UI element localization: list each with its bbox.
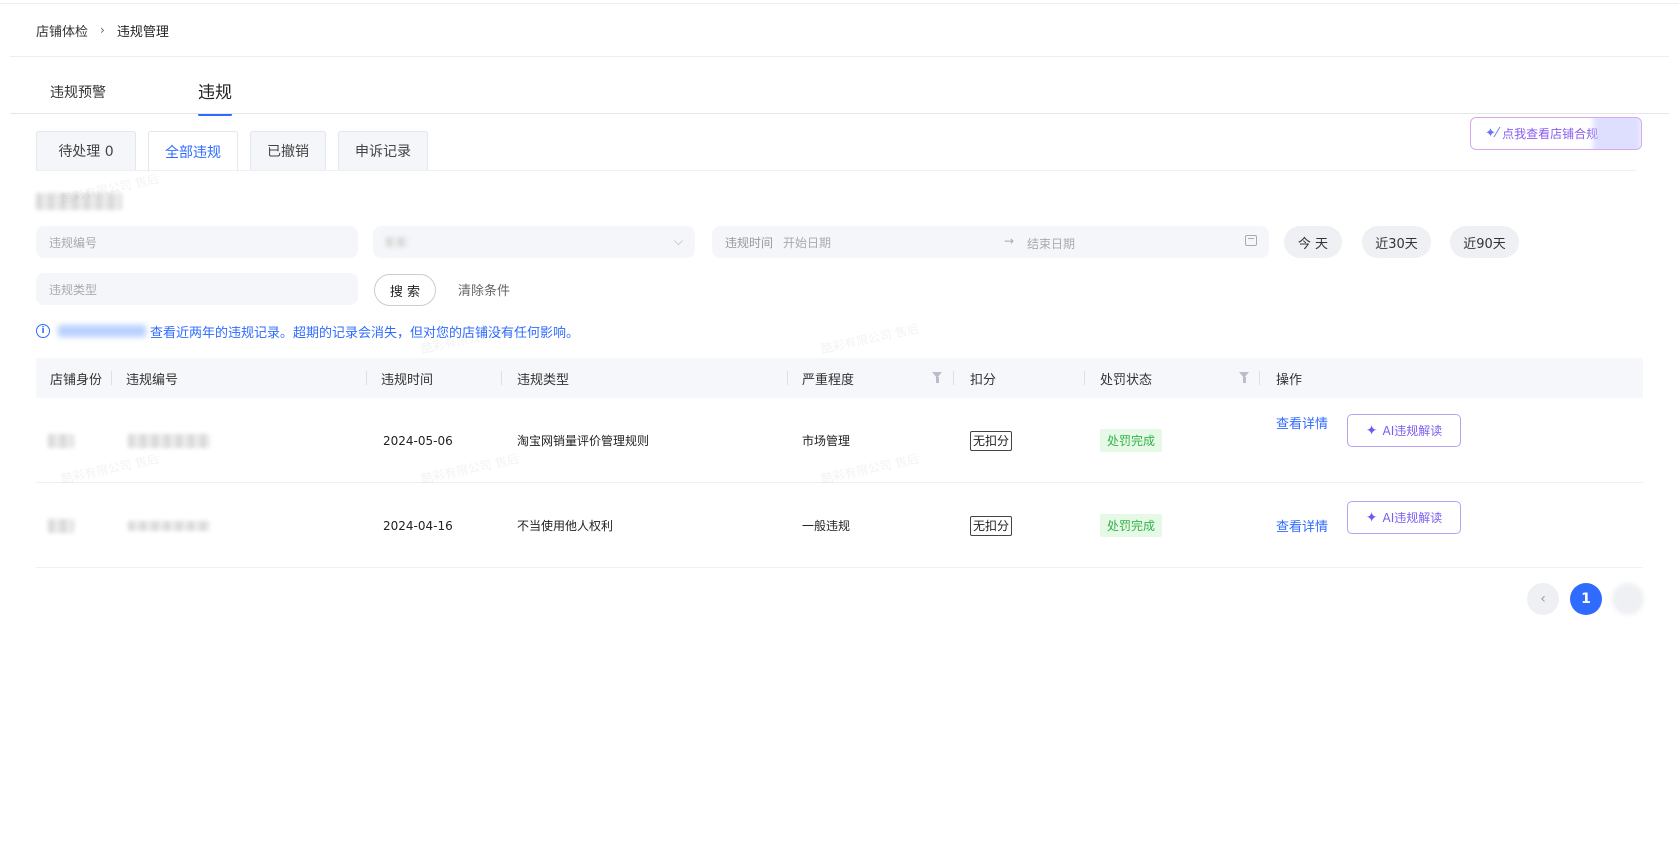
blurred-value <box>48 518 74 533</box>
column-shop-identity: 店铺身份 <box>50 372 103 388</box>
watermark: 酷彩有限公司 售后 <box>819 321 921 357</box>
range-arrow-icon: → <box>1004 234 1015 248</box>
chevron-down-icon: ⌵ <box>673 234 683 248</box>
ai-interpret-button[interactable]: ✦ AI违规解读 <box>1347 501 1461 534</box>
status-badge: 处罚完成 <box>1100 429 1163 452</box>
column-penalty-status: 处罚状态 <box>1100 372 1153 388</box>
start-date-placeholder: 开始日期 <box>783 235 832 250</box>
violation-date-range[interactable]: 违规时间 开始日期 → 结束日期 <box>712 226 1269 258</box>
range-30-days-button[interactable]: 近30天 <box>1362 226 1431 258</box>
tab-violation[interactable]: 违规 <box>198 78 232 116</box>
shop-select[interactable]: ⌵ <box>373 226 695 258</box>
cell-violation-time: 2024-04-16 <box>383 518 453 533</box>
table-row: 2024-04-16 不当使用他人权利 一般违规 无扣分 处罚完成 查看详情 ✦… <box>36 483 1643 568</box>
blurred-value <box>48 433 74 448</box>
tab-appeal-records[interactable]: 申诉记录 <box>338 131 428 171</box>
divider <box>10 56 1669 57</box>
info-icon: i <box>36 324 50 338</box>
cell-violation-type: 淘宝网销量评价管理规则 <box>517 434 650 448</box>
column-points: 扣分 <box>970 372 997 388</box>
clear-filters-button[interactable]: 清除条件 <box>458 280 510 299</box>
calendar-icon <box>1245 235 1257 246</box>
pagination-prev-button[interactable]: ‹ <box>1527 583 1559 615</box>
column-violation-code: 违规编号 <box>126 372 179 388</box>
cell-status: 处罚完成 <box>1100 483 1163 568</box>
column-separator <box>501 371 502 385</box>
violation-type-placeholder: 违规类型 <box>49 282 98 297</box>
cell-shop-identity <box>48 483 74 568</box>
range-today-button[interactable]: 今 天 <box>1284 226 1342 258</box>
column-separator <box>111 371 112 385</box>
cell-ai-action: ✦ AI违规解读 <box>1347 501 1461 534</box>
points-tag: 无扣分 <box>970 515 1013 536</box>
column-actions: 操作 <box>1276 372 1303 388</box>
tab-all-violations[interactable]: 全部违规 <box>148 131 238 172</box>
filter-icon[interactable] <box>1239 372 1250 384</box>
table-header: 店铺身份 违规编号 违规时间 违规类型 严重程度 扣分 处罚状态 操作 <box>36 358 1643 398</box>
column-severity: 严重程度 <box>802 372 855 388</box>
blurred-region <box>1593 118 1641 149</box>
range-90-days-button[interactable]: 近90天 <box>1450 226 1519 258</box>
pagination-page-1[interactable]: 1 <box>1570 583 1602 615</box>
cell-ai-action: ✦ AI违规解读 <box>1347 414 1461 447</box>
top-divider <box>0 3 1679 4</box>
divider <box>10 113 1669 114</box>
filter-icon[interactable] <box>932 372 943 384</box>
violation-code-placeholder: 违规编号 <box>49 235 98 250</box>
shop-compliance-ai-label: 点我查看店铺合规 <box>1502 127 1599 141</box>
violation-code-input[interactable]: 违规编号 <box>36 226 358 258</box>
breadcrumb-parent[interactable]: 店铺体检 <box>36 21 88 40</box>
sparkle-icon: ✦ <box>1365 509 1378 526</box>
view-detail-link[interactable]: 查看详情 <box>1276 517 1329 535</box>
breadcrumb-current: 违规管理 <box>116 24 169 40</box>
ai-interpret-button[interactable]: ✦ AI违规解读 <box>1347 414 1461 447</box>
cell-status: 处罚完成 <box>1100 398 1163 483</box>
ai-interpret-label: AI违规解读 <box>1382 511 1443 525</box>
violation-type-input[interactable]: 违规类型 <box>36 273 358 305</box>
shop-compliance-ai-button[interactable]: ✦⁄ 点我查看店铺合规 <box>1470 117 1642 150</box>
violation-time-label: 违规时间 <box>725 235 774 250</box>
view-detail-label: 查看详情 <box>1276 417 1329 432</box>
cell-violation-type: 不当使用他人权利 <box>517 519 614 533</box>
status-badge: 处罚完成 <box>1100 514 1163 537</box>
blurred-value <box>128 520 210 531</box>
blurred-text <box>58 325 146 337</box>
view-detail-label: 查看详情 <box>1276 520 1329 535</box>
cell-points: 无扣分 <box>970 483 1013 568</box>
sparkle-icon: ✦ <box>1365 422 1378 439</box>
chevron-right-icon: › <box>100 23 105 37</box>
sub-tabs: 待处理 0 全部违规 已撤销 申诉记录 <box>36 131 440 172</box>
main-tabs: 违规预警 违规 <box>50 78 232 116</box>
column-separator <box>787 371 788 385</box>
divider <box>36 170 1636 171</box>
cell-violation-code <box>128 483 210 568</box>
blurred-select-value <box>386 237 408 247</box>
column-violation-time: 违规时间 <box>381 372 434 388</box>
ai-interpret-label: AI违规解读 <box>1382 424 1443 438</box>
column-violation-type: 违规类型 <box>517 372 570 388</box>
column-separator <box>1084 371 1085 385</box>
column-separator <box>953 371 954 385</box>
pagination-next-button[interactable] <box>1612 583 1644 615</box>
tab-violation-warning[interactable]: 违规预警 <box>50 78 198 114</box>
search-button[interactable]: 搜 索 <box>374 274 436 306</box>
column-separator <box>1259 371 1260 385</box>
cell-severity: 一般违规 <box>802 519 851 533</box>
blurred-value <box>128 433 210 448</box>
column-separator <box>366 371 367 385</box>
tab-revoked[interactable]: 已撤销 <box>250 131 326 171</box>
view-detail-link[interactable]: 查看详情 <box>1276 414 1329 432</box>
tab-pending[interactable]: 待处理 0 <box>36 131 136 171</box>
sparkle-icon: ✦⁄ <box>1485 126 1499 141</box>
end-date-placeholder: 结束日期 <box>1027 237 1076 251</box>
cell-points: 无扣分 <box>970 398 1013 483</box>
points-tag: 无扣分 <box>970 430 1013 451</box>
breadcrumb: 店铺体检 › 违规管理 <box>36 20 169 40</box>
